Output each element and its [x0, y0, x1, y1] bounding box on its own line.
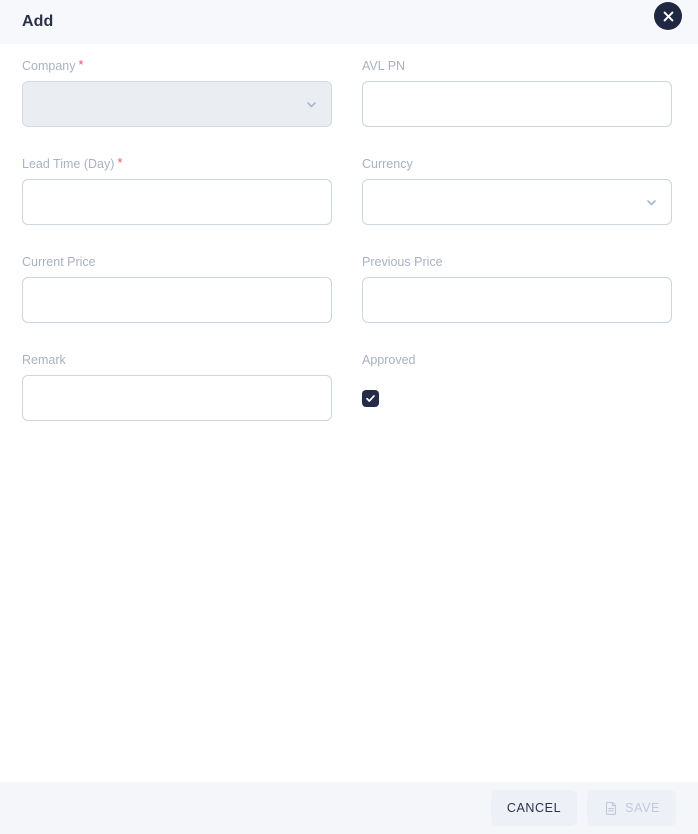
field-current-price: Current Price — [22, 254, 332, 336]
label-approved: Approved — [362, 352, 672, 368]
dialog-header: Add — [0, 0, 698, 44]
current-price-input[interactable] — [22, 277, 332, 323]
label-current-price: Current Price — [22, 254, 332, 270]
field-approved: Approved — [362, 352, 672, 434]
label-avl-pn-text: AVL PN — [362, 59, 406, 73]
label-currency: Currency — [362, 156, 672, 172]
save-document-icon — [603, 801, 618, 816]
required-asterisk-company: * — [78, 57, 84, 72]
label-currency-text: Currency — [362, 157, 413, 171]
add-dialog: Add Company * AVL PN Lead Time (Day) * C… — [0, 0, 698, 834]
cancel-button[interactable]: CANCEL — [490, 790, 578, 826]
save-button[interactable]: SAVE — [587, 790, 676, 826]
label-previous-price-text: Previous Price — [362, 255, 443, 269]
dialog-body: Company * AVL PN Lead Time (Day) * Curre… — [0, 44, 698, 782]
close-icon[interactable] — [654, 2, 682, 30]
label-lead-time: Lead Time (Day) * — [22, 156, 332, 172]
field-currency: Currency — [362, 156, 672, 238]
field-previous-price: Previous Price — [362, 254, 672, 336]
chevron-down-icon — [303, 96, 319, 112]
avl-pn-input[interactable] — [362, 81, 672, 127]
label-avl-pn: AVL PN — [362, 58, 672, 74]
field-company: Company * — [22, 58, 332, 140]
required-asterisk-lead-time: * — [117, 155, 123, 170]
field-remark: Remark — [22, 352, 332, 434]
label-lead-time-text: Lead Time (Day) — [22, 157, 115, 171]
label-current-price-text: Current Price — [22, 255, 96, 269]
label-company-text: Company — [22, 59, 76, 73]
field-avl-pn: AVL PN — [362, 58, 672, 140]
previous-price-input[interactable] — [362, 277, 672, 323]
approved-checkbox[interactable] — [362, 389, 379, 407]
label-approved-text: Approved — [362, 353, 416, 367]
label-previous-price: Previous Price — [362, 254, 672, 270]
dialog-footer: CANCEL SAVE — [0, 782, 698, 834]
currency-select[interactable] — [362, 179, 672, 225]
approved-checkbox-wrap — [362, 375, 672, 421]
chevron-down-icon — [643, 194, 659, 210]
label-company: Company * — [22, 58, 332, 74]
company-select[interactable] — [22, 81, 332, 127]
save-button-label: SAVE — [625, 801, 660, 815]
cancel-button-label: CANCEL — [506, 801, 562, 815]
dialog-title: Add — [22, 13, 54, 30]
lead-time-input[interactable] — [22, 179, 332, 225]
label-remark-text: Remark — [22, 353, 66, 367]
remark-input[interactable] — [22, 375, 332, 421]
form-grid: Company * AVL PN Lead Time (Day) * Curre… — [22, 58, 676, 450]
label-remark: Remark — [22, 352, 332, 368]
field-lead-time: Lead Time (Day) * — [22, 156, 332, 238]
